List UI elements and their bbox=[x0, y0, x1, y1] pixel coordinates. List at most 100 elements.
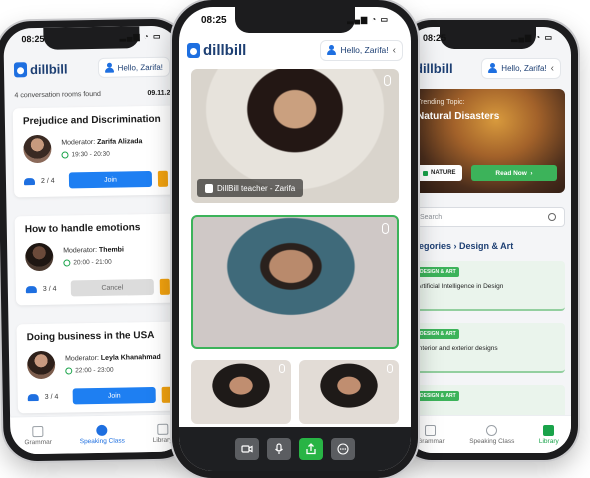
app-header: dillbill Hello, Zarifa! ‹ bbox=[179, 33, 411, 67]
share-icon[interactable] bbox=[299, 438, 323, 460]
signal-icon: ▂▄▆ ◔ ▭ bbox=[347, 15, 389, 24]
tab-grammar[interactable]: Grammar bbox=[24, 425, 52, 446]
results-date: 09.11.2 bbox=[147, 89, 171, 98]
category-chip: NATURE bbox=[417, 165, 462, 181]
trending-title: Natural Disasters bbox=[417, 111, 500, 122]
logo-icon bbox=[187, 42, 200, 58]
mic-icon[interactable] bbox=[279, 364, 285, 373]
moderator-line: Moderator: Thembi bbox=[63, 245, 124, 255]
profile-button[interactable]: Hello, Zarifa! bbox=[97, 56, 171, 78]
app-header: dillbill Hello, Zarifa! bbox=[4, 49, 181, 86]
tab-grammar[interactable]: Grammar bbox=[417, 424, 445, 445]
grid-icon bbox=[156, 423, 169, 435]
teacher-label: DillBill teacher - Zarifa bbox=[197, 179, 304, 197]
clock-icon bbox=[63, 258, 71, 267]
document-icon[interactable] bbox=[157, 170, 169, 187]
topic-card[interactable]: DESIGN & ART Interior and exterior desig… bbox=[411, 323, 565, 373]
phone-video-call: 08:25 ▂▄▆ ◔ ▭ dillbill Hello, Zarifa! ‹ bbox=[172, 0, 418, 478]
search-icon bbox=[548, 213, 556, 221]
topic-card[interactable]: DESIGN & ART Artificial Intelligence in … bbox=[411, 261, 565, 311]
topic-tag: DESIGN & ART bbox=[417, 391, 459, 401]
moderator-name: Zarifa Alizada bbox=[97, 137, 143, 146]
participant-video[interactable] bbox=[299, 360, 399, 424]
moderator-name: Leyla Khanahmad bbox=[100, 353, 161, 362]
room-card[interactable]: How to handle emotions Moderator: Thembi… bbox=[14, 213, 181, 306]
logo[interactable]: dillbill bbox=[415, 61, 453, 76]
app-showcase: 08:25 ▂▄▆ ◔ ▭ dillbill Hello, Zarifa! 4 … bbox=[0, 0, 590, 478]
tab-speaking-class[interactable]: Speaking Class bbox=[79, 424, 125, 445]
read-now-button[interactable]: Read Now › bbox=[471, 165, 557, 181]
room-time: 20:00 - 21:00 bbox=[63, 258, 124, 267]
topic-tag: DESIGN & ART bbox=[417, 267, 459, 277]
book-icon bbox=[32, 425, 44, 437]
document-icon[interactable] bbox=[161, 386, 172, 403]
tab-library[interactable]: Library bbox=[152, 423, 173, 444]
more-icon[interactable] bbox=[331, 438, 355, 460]
grid-icon bbox=[543, 424, 555, 436]
user-icon bbox=[105, 63, 114, 73]
room-title: How to handle emotions bbox=[24, 222, 141, 236]
user-icon bbox=[488, 63, 498, 73]
chat-icon bbox=[96, 424, 108, 436]
topic-title: Artificial Intelligence in Design bbox=[417, 283, 504, 290]
logo-icon bbox=[13, 61, 28, 77]
profile-button[interactable]: Hello, Zarifa! ‹ bbox=[320, 39, 403, 61]
tab-library[interactable]: Library bbox=[539, 424, 559, 445]
results-count: 4 conversation rooms found bbox=[14, 90, 101, 100]
phone-speaking-class: 08:25 ▂▄▆ ◔ ▭ dillbill Hello, Zarifa! 4 … bbox=[0, 18, 194, 462]
trending-topic-card[interactable]: Trending Topic: Natural Disasters NATURE… bbox=[411, 89, 565, 193]
moderator-name: Thembi bbox=[98, 245, 124, 254]
chevron-left-icon[interactable]: ‹ bbox=[393, 45, 396, 56]
people-icon bbox=[27, 393, 39, 401]
status-bar: 08:25 ▂▄▆ ◔ ▭ bbox=[179, 15, 411, 31]
moderator-avatar bbox=[25, 242, 54, 272]
trending-kicker: Trending Topic: bbox=[417, 99, 465, 106]
moderator-line: Moderator: Leyla Khanahmad bbox=[65, 353, 161, 363]
join-button[interactable]: Join bbox=[72, 386, 156, 405]
mic-icon[interactable] bbox=[267, 438, 291, 460]
breadcrumb[interactable]: ategories › Design & Art bbox=[411, 241, 513, 251]
search-input[interactable]: Search bbox=[411, 207, 565, 227]
room-time: 22:00 - 23:00 bbox=[65, 365, 161, 375]
greeting: Hello, Zarifa! bbox=[117, 62, 164, 73]
clock-icon bbox=[61, 150, 69, 159]
student-video[interactable] bbox=[191, 215, 399, 349]
room-title: Doing business in the USA bbox=[26, 329, 155, 344]
room-card[interactable]: Prejudice and Discrimination Moderator: … bbox=[12, 105, 179, 198]
logo-text: dillbill bbox=[415, 60, 453, 76]
mic-icon[interactable] bbox=[387, 364, 393, 373]
document-icon[interactable] bbox=[159, 278, 170, 295]
people-icon bbox=[23, 177, 36, 185]
participant-count: 3 / 4 bbox=[42, 285, 57, 293]
room-card[interactable]: Doing business in the USA Moderator: Ley… bbox=[16, 321, 182, 414]
participant-count: 2 / 4 bbox=[40, 177, 55, 185]
topic-tag: DESIGN & ART bbox=[417, 329, 459, 339]
camera-icon[interactable] bbox=[235, 438, 259, 460]
teacher-video[interactable]: DillBill teacher - Zarifa bbox=[191, 69, 399, 203]
cancel-button[interactable]: Cancel bbox=[70, 278, 154, 297]
book-icon bbox=[425, 424, 437, 436]
tab-bar: Grammar Speaking Class Library bbox=[10, 413, 187, 455]
tab-bar: Grammar Speaking Class Library bbox=[405, 415, 571, 453]
status-time: 08:25 bbox=[423, 33, 447, 43]
search-placeholder: Search bbox=[420, 213, 443, 221]
mic-icon[interactable] bbox=[384, 75, 391, 86]
mic-icon[interactable] bbox=[382, 223, 389, 234]
logo-text: dillbill bbox=[203, 41, 247, 59]
speaking-class-screen: 08:25 ▂▄▆ ◔ ▭ dillbill Hello, Zarifa! 4 … bbox=[3, 25, 187, 455]
video-call-screen: 08:25 ▂▄▆ ◔ ▭ dillbill Hello, Zarifa! ‹ bbox=[179, 7, 411, 471]
status-time: 08:25 bbox=[201, 15, 227, 26]
greeting: Hello, Zarifa! bbox=[340, 45, 389, 55]
profile-button[interactable]: Hello, Zarifa! ‹ bbox=[481, 57, 561, 79]
chevron-left-icon[interactable]: ‹ bbox=[551, 63, 554, 74]
participant-video[interactable] bbox=[191, 360, 291, 424]
moderator-avatar bbox=[23, 134, 52, 164]
greeting: Hello, Zarifa! bbox=[501, 63, 547, 73]
join-button[interactable]: Join bbox=[68, 170, 153, 189]
logo[interactable]: dillbill bbox=[187, 42, 246, 59]
moderator-avatar bbox=[26, 350, 56, 380]
tab-speaking-class[interactable]: Speaking Class bbox=[469, 424, 514, 445]
people-icon bbox=[25, 285, 37, 293]
logo[interactable]: dillbill bbox=[13, 61, 68, 77]
status-bar: 08:25 ▂▄▆ ◔ ▭ bbox=[405, 33, 571, 49]
